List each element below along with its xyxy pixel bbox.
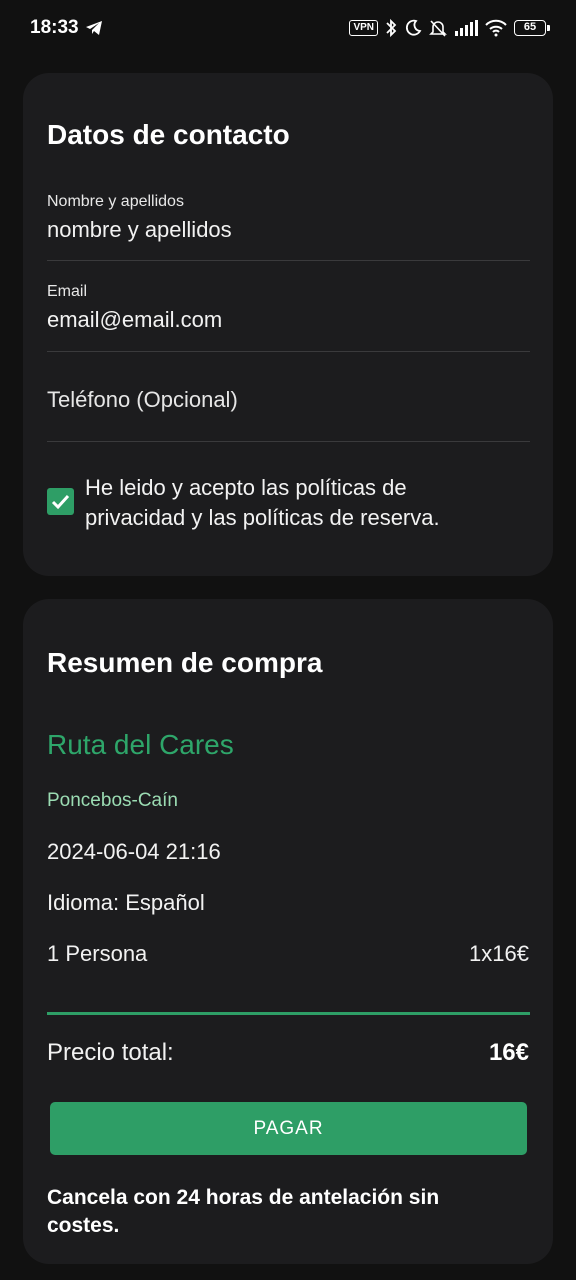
- telegram-icon: [85, 20, 103, 36]
- route-subtitle: Poncebos-Caín: [47, 790, 178, 811]
- bell-off-icon: [429, 19, 447, 37]
- vpn-icon: VPN: [349, 20, 378, 36]
- status-bar: 18:33 VPN 65: [0, 0, 576, 56]
- total-label: Precio total:: [47, 1039, 174, 1066]
- name-label: Nombre y apellidos: [47, 193, 184, 210]
- name-input[interactable]: nombre y apellidos: [47, 217, 530, 243]
- phone-input[interactable]: Teléfono (Opcional): [47, 387, 530, 413]
- persons-text: 1 Persona: [47, 941, 148, 966]
- contact-title: Datos de contacto: [47, 119, 290, 150]
- total-value: 16€: [488, 1039, 529, 1066]
- email-field[interactable]: Email email@email.com: [47, 283, 530, 352]
- name-field[interactable]: Nombre y apellidos nombre y apellidos: [47, 193, 530, 261]
- route-name: Ruta del Cares: [47, 729, 234, 760]
- datetime-text: 2024-06-04 21:16: [47, 839, 221, 864]
- contact-card: Datos de contacto Nombre y apellidos nom…: [23, 73, 553, 576]
- moon-icon: [404, 19, 422, 37]
- consent-text: He leido y acepto las políticas de priva…: [85, 475, 440, 530]
- battery-icon: 65: [514, 20, 550, 36]
- summary-divider: [47, 1012, 530, 1015]
- cancel-note: Cancela con 24 horas de antelación sin c…: [47, 1186, 440, 1237]
- email-input[interactable]: email@email.com: [47, 307, 530, 333]
- unit-price: 1x16€: [469, 941, 529, 966]
- wifi-icon: [485, 19, 507, 37]
- status-time: 18:33: [30, 17, 79, 38]
- pay-button[interactable]: PAGAR: [50, 1102, 527, 1155]
- checkmark-icon: [51, 494, 70, 510]
- signal-icon: [454, 20, 478, 36]
- summary-card: Resumen de compra Ruta del Cares Poncebo…: [23, 599, 553, 1264]
- language-text: Idioma: Español: [47, 890, 205, 915]
- email-label: Email: [47, 283, 88, 300]
- bluetooth-icon: [385, 18, 397, 38]
- summary-title: Resumen de compra: [47, 647, 323, 678]
- consent-checkbox[interactable]: [47, 488, 74, 515]
- phone-field[interactable]: Teléfono (Opcional): [47, 387, 530, 442]
